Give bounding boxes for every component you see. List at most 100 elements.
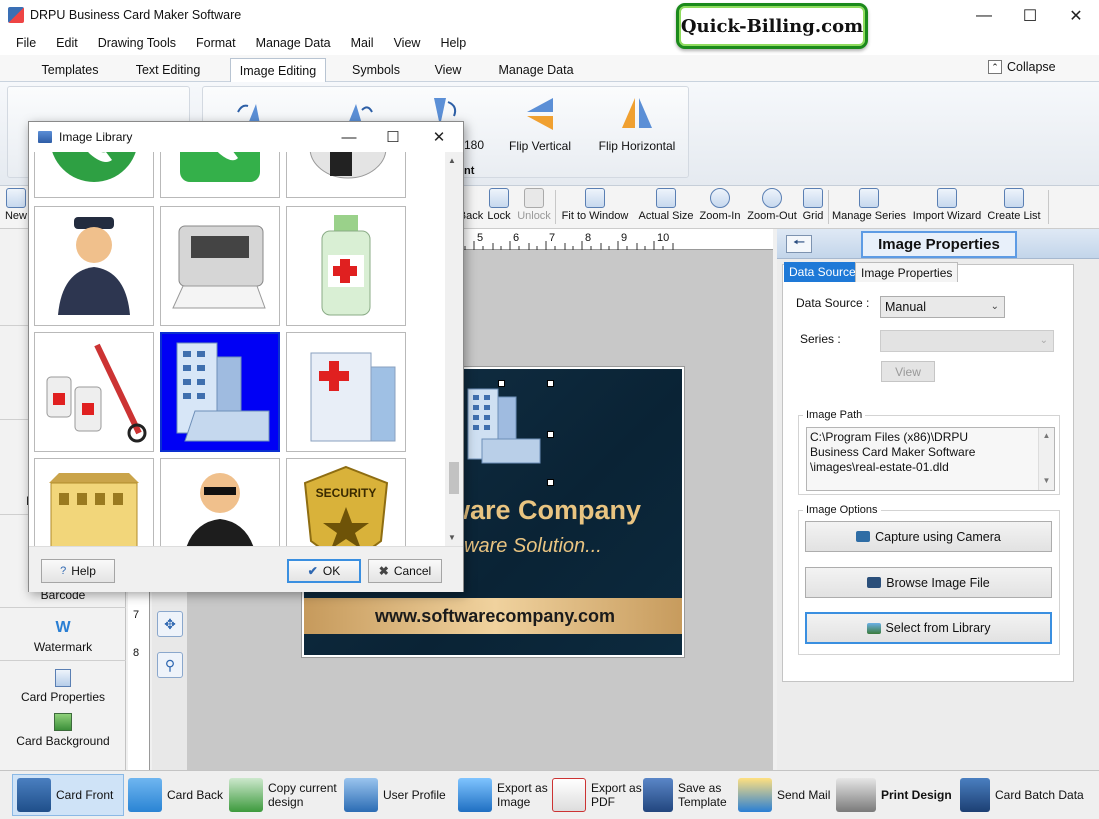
save-template-button[interactable]: Save as Template: [643, 774, 727, 816]
data-source-select[interactable]: Manual ⌄: [880, 296, 1005, 318]
maximize-icon[interactable]: ☐: [371, 122, 415, 152]
ok-button[interactable]: ✔ OK: [287, 559, 361, 583]
dialog-scrollbar[interactable]: ▲ ▼: [445, 152, 463, 546]
tab-templates[interactable]: Templates: [30, 58, 110, 82]
copy-current-design-button[interactable]: Copy current design: [229, 774, 337, 816]
menu-drawing-tools[interactable]: Drawing Tools: [88, 36, 186, 50]
menu-format[interactable]: Format: [186, 36, 246, 50]
create-list-button[interactable]: Create List: [987, 188, 1041, 222]
zoom-out-button[interactable]: Zoom-Out: [745, 188, 799, 222]
tab-manage-data[interactable]: Manage Data: [490, 58, 582, 82]
cancel-button[interactable]: ✖ Cancel: [368, 559, 442, 583]
close-icon[interactable]: ✕: [1053, 0, 1099, 31]
browse-image-button[interactable]: Browse Image File: [805, 567, 1052, 598]
fit-to-window-button[interactable]: Fit to Window: [557, 188, 633, 222]
tab-symbols[interactable]: Symbols: [342, 58, 410, 82]
card-background-button[interactable]: Card Background: [0, 713, 126, 748]
card-back-button[interactable]: Card Back: [128, 774, 223, 816]
card-properties-button[interactable]: Card Properties: [0, 669, 126, 704]
manage-series-label: Manage Series: [832, 210, 906, 222]
capture-camera-button[interactable]: Capture using Camera: [805, 521, 1052, 552]
flip-vertical-button[interactable]: Flip Vertical: [505, 96, 575, 153]
card-tagline[interactable]: ware Solution...: [464, 535, 602, 558]
image-thumbnail[interactable]: [286, 332, 406, 452]
select-library-button[interactable]: Select from Library: [805, 612, 1052, 644]
scroll-up-icon[interactable]: ▲: [448, 156, 456, 165]
scrollbar-thumb[interactable]: [449, 462, 459, 494]
card-batch-data-button[interactable]: Card Batch Data: [960, 774, 1084, 816]
image-thumbnail[interactable]: [286, 206, 406, 326]
image-path-field[interactable]: C:\Program Files (x86)\DRPU Business Car…: [806, 427, 1055, 491]
minimize-icon[interactable]: —: [327, 122, 371, 152]
zoom-in-button[interactable]: Zoom-In: [697, 188, 743, 222]
image-thumbnail[interactable]: [34, 206, 154, 326]
scroll-down-icon[interactable]: ▼: [448, 533, 456, 542]
fit-to-window-label: Fit to Window: [561, 210, 629, 222]
user-profile-button[interactable]: User Profile: [344, 774, 446, 816]
actual-size-button[interactable]: Actual Size: [637, 188, 695, 222]
export-image-button[interactable]: Export as Image: [458, 774, 548, 816]
phone-green-square-image: [180, 152, 260, 182]
image-thumbnail[interactable]: [34, 152, 154, 198]
minimize-icon[interactable]: —: [961, 0, 1007, 31]
image-thumbnail[interactable]: [286, 152, 406, 198]
card-building-image[interactable]: [462, 383, 546, 473]
help-button[interactable]: ? Help: [41, 559, 115, 583]
print-design-button[interactable]: Print Design: [836, 774, 952, 816]
menu-file[interactable]: File: [6, 36, 46, 50]
zoom-search-icon[interactable]: ⚲: [157, 652, 183, 678]
export-pdf-button[interactable]: Export as PDF: [552, 774, 642, 816]
new-button[interactable]: New: [3, 188, 29, 222]
ruler-tick-label: 9: [621, 232, 628, 244]
back-arrow-icon[interactable]: 🠔: [786, 234, 812, 253]
menu-edit[interactable]: Edit: [46, 36, 88, 50]
user-profile-icon: [344, 778, 378, 812]
tab-data-source[interactable]: Data Source: [784, 262, 861, 282]
series-select[interactable]: ⌄: [880, 330, 1054, 352]
help-icon: ?: [60, 565, 67, 577]
menu-view[interactable]: View: [384, 36, 431, 50]
fit-arrows-icon[interactable]: ✥: [157, 611, 183, 637]
import-wizard-button[interactable]: Import Wizard: [909, 188, 985, 222]
help-label: Help: [71, 564, 96, 578]
card-company-name[interactable]: ware Company: [449, 495, 641, 526]
send-mail-button[interactable]: Send Mail: [738, 774, 830, 816]
manage-series-button[interactable]: Manage Series: [831, 188, 907, 222]
view-button[interactable]: View: [881, 361, 935, 382]
grid-button[interactable]: Grid: [801, 188, 825, 222]
maximize-icon[interactable]: ☐: [1007, 0, 1053, 31]
image-thumbnail-selected[interactable]: [160, 332, 280, 452]
tab-view[interactable]: View: [426, 58, 470, 82]
medicine-bottle-image: [321, 215, 371, 316]
image-thumbnail[interactable]: [34, 458, 154, 546]
rotate-180-label[interactable]: 180: [464, 138, 484, 152]
watermark-button[interactable]: W Watermark: [0, 619, 126, 654]
collapse-button[interactable]: ⌃ Collapse: [988, 60, 1056, 74]
image-thumbnail[interactable]: SECURITY: [286, 458, 406, 546]
unlock-button[interactable]: Unlock: [514, 188, 554, 222]
selection-handle[interactable]: [547, 431, 554, 438]
tab-image-properties[interactable]: Image Properties: [855, 262, 959, 282]
tab-image-editing[interactable]: Image Editing: [230, 58, 326, 82]
selection-handle[interactable]: [547, 380, 554, 387]
image-thumbnail[interactable]: [160, 458, 280, 546]
card-website-band[interactable]: www.softwarecompany.com: [304, 598, 682, 634]
selection-handle[interactable]: [547, 479, 554, 486]
ribbon-group-label: nt: [464, 165, 475, 177]
image-thumbnail[interactable]: [34, 332, 154, 452]
card-front-button[interactable]: Card Front: [12, 774, 124, 816]
close-icon[interactable]: ✕: [417, 122, 461, 152]
image-thumbnail[interactable]: [160, 206, 280, 326]
data-source-label: Data Source :: [796, 296, 870, 310]
menu-manage-data[interactable]: Manage Data: [246, 36, 341, 50]
flip-horizontal-button[interactable]: Flip Horizontal: [595, 96, 679, 153]
actual-size-icon: [656, 188, 676, 208]
selection-handle[interactable]: [498, 380, 505, 387]
image-thumbnail[interactable]: [160, 152, 280, 198]
ruler-tick-label: 10: [657, 232, 670, 244]
scrollbar[interactable]: ▲ ▼: [1038, 428, 1054, 490]
menu-mail[interactable]: Mail: [341, 36, 384, 50]
menu-help[interactable]: Help: [430, 36, 476, 50]
tab-text-editing[interactable]: Text Editing: [126, 58, 210, 82]
lock-button[interactable]: Lock: [486, 188, 512, 222]
